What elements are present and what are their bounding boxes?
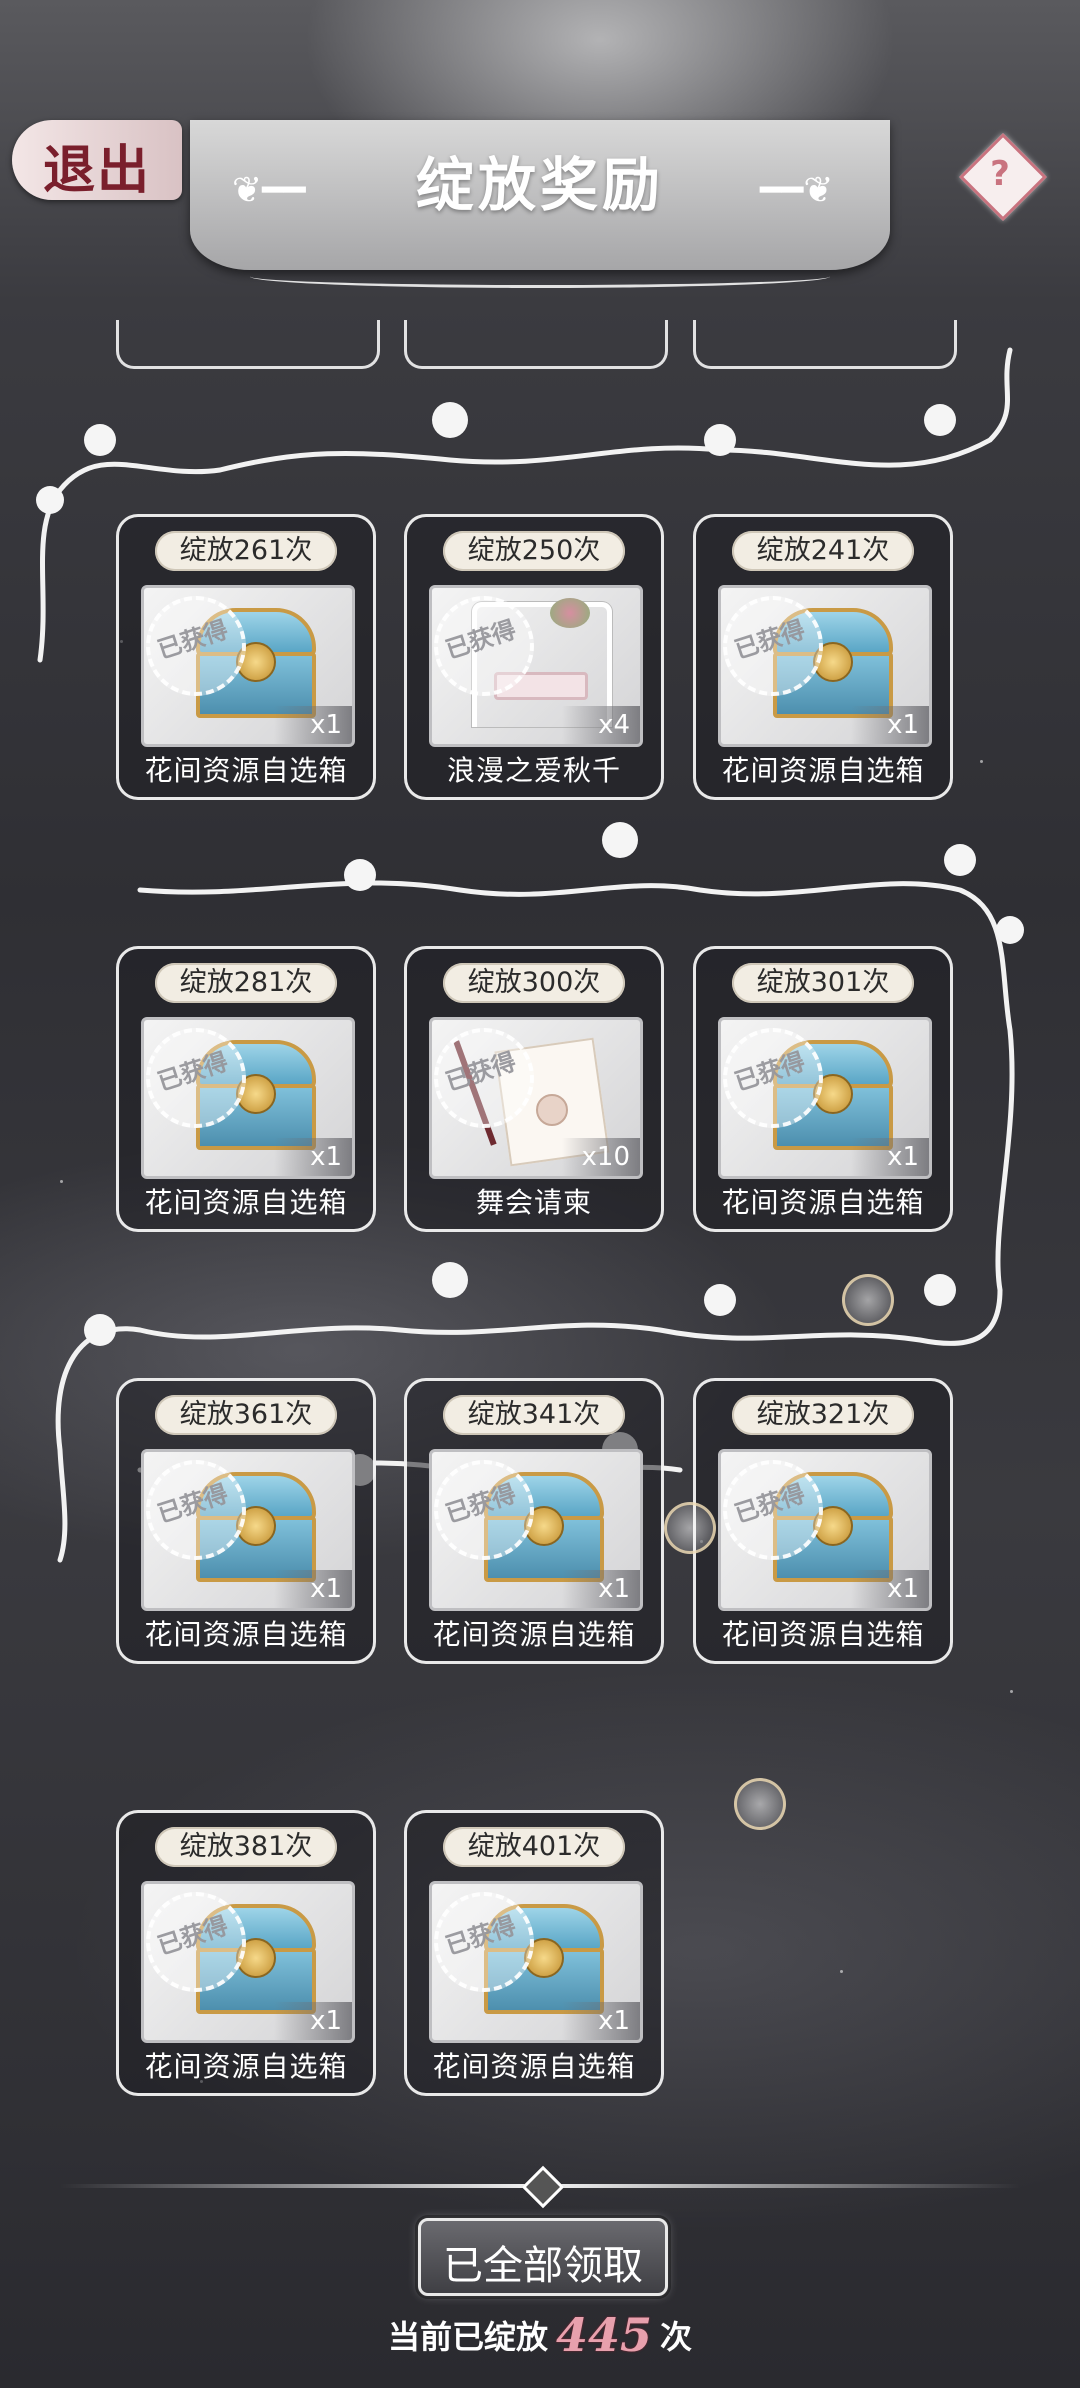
bloom-threshold-label: 绽放300次 (443, 963, 625, 1003)
exit-button-label: 退出 (42, 140, 151, 201)
reward-card[interactable]: 绽放321次已获得 x1 花间资源自选箱 (693, 1378, 953, 1664)
swing-icon: 已获得 x4 (429, 585, 643, 747)
reward-card[interactable]: 绽放261次已获得 x1 花间资源自选箱 (116, 514, 376, 800)
item-name: 花间资源自选箱 (144, 2050, 348, 2083)
star-speck (840, 1970, 843, 1973)
bloom-threshold-label: 绽放361次 (155, 1395, 337, 1435)
chest-icon: 已获得 x1 (141, 1881, 355, 2043)
bloom-threshold-label: 绽放261次 (155, 531, 337, 571)
glow-orb (734, 1778, 786, 1830)
chest-icon: 已获得 x1 (141, 1017, 355, 1179)
claim-all-button[interactable]: 已全部领取 (418, 2218, 668, 2296)
claim-all-label: 已全部领取 (443, 2243, 643, 2289)
item-name: 花间资源自选箱 (144, 1618, 348, 1651)
bloom-count: 445 (555, 2308, 653, 2362)
divider-gem-icon (521, 2165, 565, 2209)
item-name: 舞会请柬 (475, 1186, 592, 1219)
item-quantity: x10 (562, 1138, 640, 1176)
plaque-lace-edge (250, 265, 830, 288)
item-name: 浪漫之爱秋千 (446, 754, 621, 787)
reward-card[interactable]: 绽放401次已获得 x1 花间资源自选箱 (404, 1810, 664, 2096)
reward-card[interactable]: 绽放301次已获得 x1 花间资源自选箱 (693, 946, 953, 1232)
item-quantity: x1 (274, 2002, 352, 2040)
bloom-threshold-label: 绽放401次 (443, 1827, 625, 1867)
item-name: 花间资源自选箱 (432, 2050, 636, 2083)
chest-icon: 已获得 x1 (429, 1881, 643, 2043)
reward-card[interactable]: 绽放250次已获得 x4 浪漫之爱秋千 (404, 514, 664, 800)
chest-icon: 已获得 x1 (718, 1017, 932, 1179)
chest-icon: 已获得 x1 (718, 585, 932, 747)
help-icon[interactable]: ? (972, 146, 1028, 202)
reward-card[interactable]: 绽放300次已获得 x10 舞会请柬 (404, 946, 664, 1232)
item-quantity: x4 (562, 706, 640, 744)
bloom-threshold-label: 绽放281次 (155, 963, 337, 1003)
exit-button[interactable]: 退出 (12, 120, 182, 201)
reward-card[interactable]: 绽放241次已获得 x1 花间资源自选箱 (693, 514, 953, 800)
bloom-threshold-label: 绽放301次 (732, 963, 914, 1003)
item-quantity: x1 (851, 706, 929, 744)
item-quantity: x1 (562, 2002, 640, 2040)
bloom-threshold-label: 绽放241次 (732, 531, 914, 571)
chest-icon: 已获得 x1 (429, 1449, 643, 1611)
item-name: 花间资源自选箱 (144, 754, 348, 787)
item-name: 花间资源自选箱 (721, 1618, 925, 1651)
reward-card[interactable]: 绽放381次已获得 x1 花间资源自选箱 (116, 1810, 376, 2096)
item-name: 花间资源自选箱 (432, 1618, 636, 1651)
status-prefix: 当前已绽放 (387, 2318, 548, 2356)
item-quantity: x1 (562, 1570, 640, 1608)
chest-icon: 已获得 x1 (141, 1449, 355, 1611)
item-quantity: x1 (274, 1570, 352, 1608)
bloom-threshold-label: 绽放341次 (443, 1395, 625, 1435)
status-suffix: 次 (660, 2318, 693, 2356)
glow-orb (842, 1274, 894, 1326)
chest-icon: 已获得 x1 (141, 585, 355, 747)
item-quantity: x1 (851, 1570, 929, 1608)
item-name: 花间资源自选箱 (721, 1186, 925, 1219)
reward-card[interactable]: 绽放341次已获得 x1 花间资源自选箱 (404, 1378, 664, 1664)
item-quantity: x1 (851, 1138, 929, 1176)
item-quantity: x1 (274, 1138, 352, 1176)
item-name: 花间资源自选箱 (144, 1186, 348, 1219)
bloom-threshold-label: 绽放321次 (732, 1395, 914, 1435)
bloom-status: 当前已绽放 445 次 (0, 2308, 1080, 2362)
reward-card[interactable]: 绽放361次已获得 x1 花间资源自选箱 (116, 1378, 376, 1664)
glow-orb (664, 1502, 716, 1554)
bloom-threshold-label: 绽放250次 (443, 531, 625, 571)
item-name: 花间资源自选箱 (721, 754, 925, 787)
letter-icon: 已获得 x10 (429, 1017, 643, 1179)
reward-card[interactable]: 绽放281次已获得 x1 花间资源自选箱 (116, 946, 376, 1232)
chest-icon: 已获得 x1 (718, 1449, 932, 1611)
item-quantity: x1 (274, 706, 352, 744)
bloom-threshold-label: 绽放381次 (155, 1827, 337, 1867)
